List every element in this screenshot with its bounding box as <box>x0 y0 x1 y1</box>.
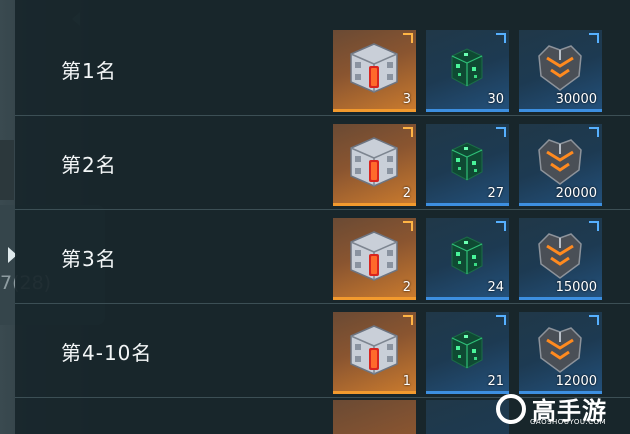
ranking-rewards-panel: 第1名 3 30 30000 第2名 2 27 20000 第3名 2 24 1… <box>15 0 630 434</box>
item-quantity: 30 <box>487 92 504 107</box>
item-quantity: 24 <box>487 280 504 295</box>
reward-row: 第1名 3 30 30000 <box>15 22 630 116</box>
armor-ore-icon <box>538 139 582 185</box>
green-cube-icon <box>451 330 483 369</box>
rank-label: 第1名 <box>61 59 117 83</box>
reward-item-crate[interactable]: 3 <box>333 30 416 112</box>
reward-item-armor[interactable]: 30000 <box>519 30 602 112</box>
green-cube-icon <box>451 48 483 87</box>
item-quantity: 12000 <box>555 374 597 389</box>
reward-item-crate[interactable]: 2 <box>333 124 416 206</box>
armor-ore-icon <box>538 233 582 279</box>
rank-label: 第2名 <box>61 153 117 177</box>
item-quantity: 27 <box>487 186 504 201</box>
item-quantity: 3 <box>402 92 411 107</box>
reward-item-cube[interactable]: 24 <box>426 218 509 300</box>
item-quantity: 20000 <box>555 186 597 201</box>
reward-item-armor[interactable]: 20000 <box>519 124 602 206</box>
watermark-url: GAOSHOUYOU.COM <box>530 418 607 426</box>
green-cube-icon <box>451 142 483 181</box>
item-quantity: 15000 <box>555 280 597 295</box>
crate-icon <box>350 325 398 375</box>
rank-label: 第4-10名 <box>61 341 153 365</box>
reward-item-crate[interactable]: 1 <box>333 312 416 394</box>
green-cube-icon <box>451 236 483 275</box>
reward-item-crate[interactable]: 2 <box>333 218 416 300</box>
item-quantity: 2 <box>402 186 411 201</box>
reward-item-armor[interactable]: 12000 <box>519 312 602 394</box>
reward-row: 第2名 2 27 20000 <box>15 116 630 210</box>
item-quantity: 2 <box>402 280 411 295</box>
side-tab[interactable] <box>0 140 14 200</box>
reward-row: 第3名 2 24 15000 <box>15 210 630 304</box>
reward-item-cube[interactable]: 27 <box>426 124 509 206</box>
reward-item-armor[interactable]: 15000 <box>519 218 602 300</box>
rank-label: 第3名 <box>61 247 117 271</box>
reward-item-cube[interactable]: 30 <box>426 30 509 112</box>
crate-icon <box>350 231 398 281</box>
crate-icon <box>350 137 398 187</box>
armor-ore-icon <box>538 45 582 91</box>
watermark-logo: 高手游 GAOSHOUYOU.COM <box>496 390 624 430</box>
logo-icon <box>496 394 526 424</box>
reward-item-partial <box>333 400 416 434</box>
item-quantity: 1 <box>402 374 411 389</box>
item-quantity: 30000 <box>555 92 597 107</box>
reward-item-cube[interactable]: 21 <box>426 312 509 394</box>
reward-row: 第4-10名 1 21 12000 <box>15 304 630 398</box>
armor-ore-icon <box>538 327 582 373</box>
item-quantity: 21 <box>487 374 504 389</box>
crate-icon <box>350 43 398 93</box>
